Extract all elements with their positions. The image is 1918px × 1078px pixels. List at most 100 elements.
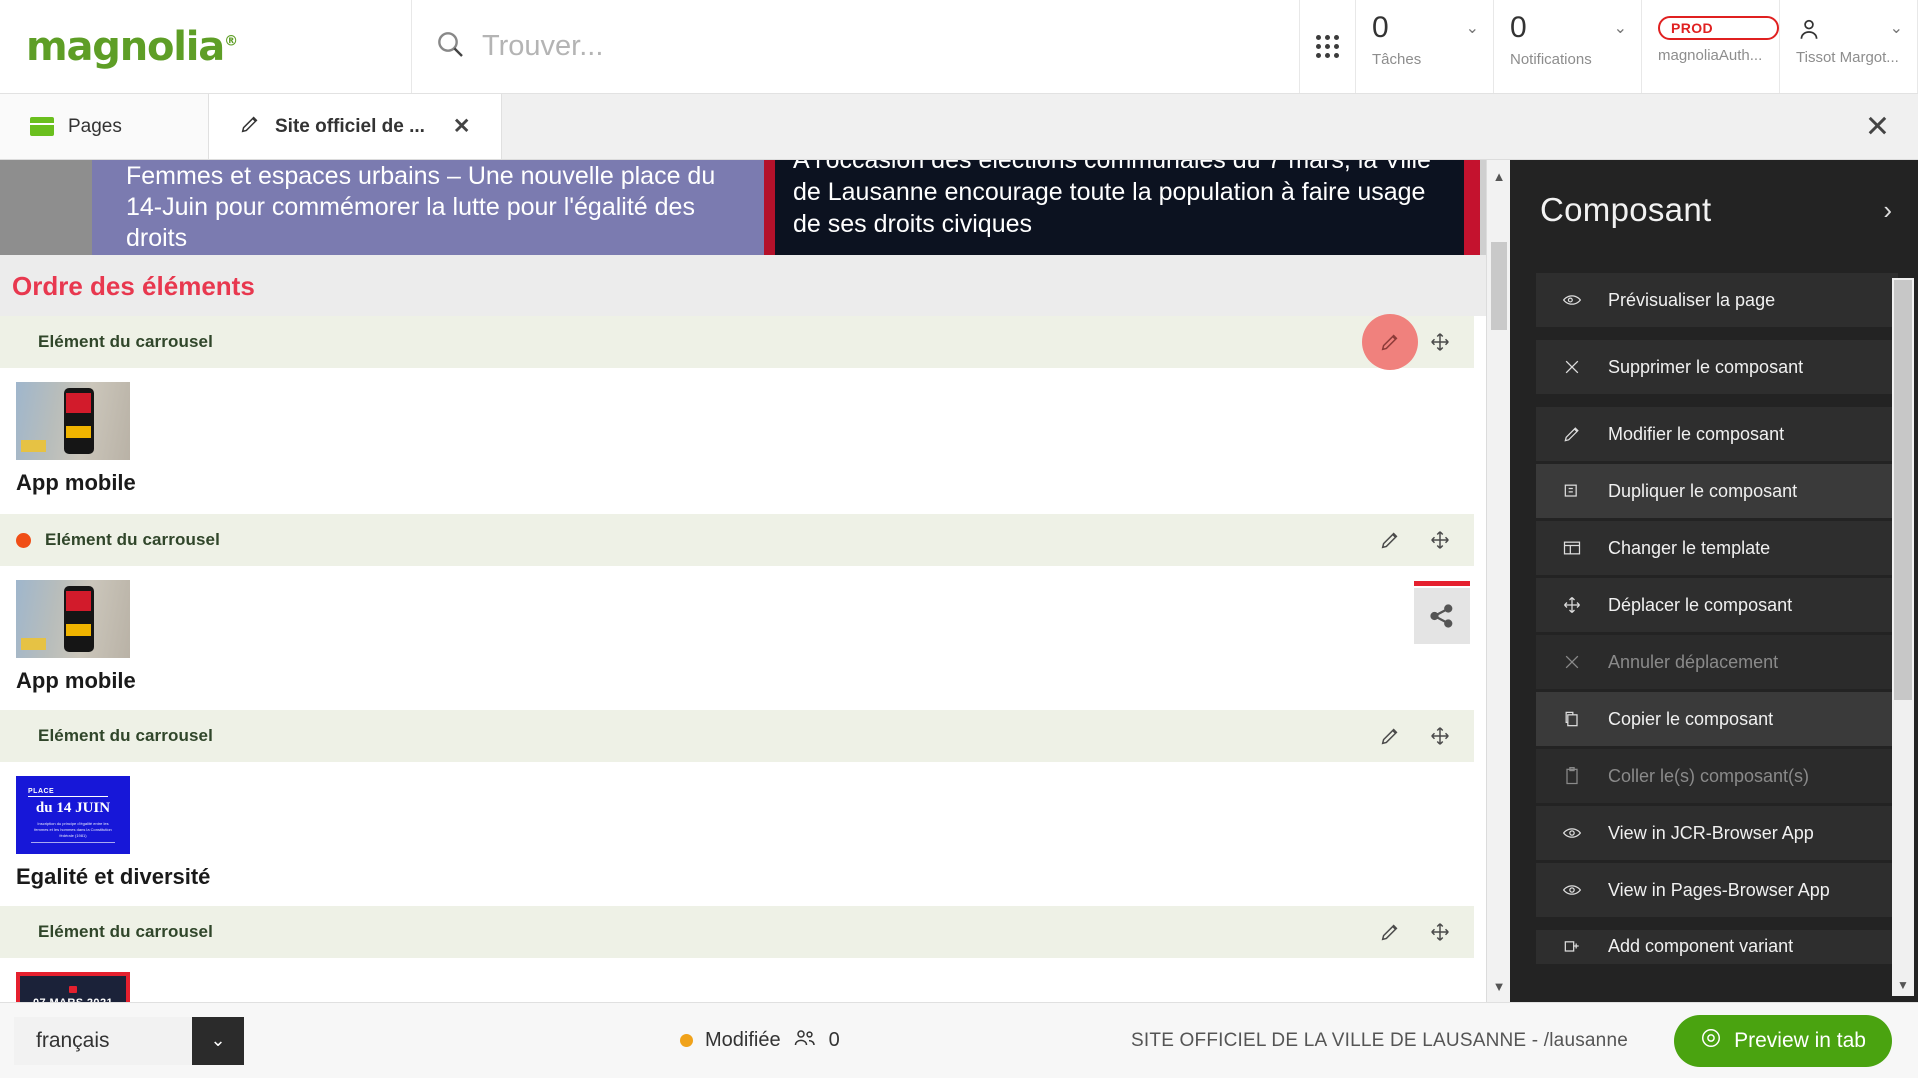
thumb-line-1: PLACE xyxy=(28,788,108,797)
menu-item-edit-component[interactable]: Modifier le composant xyxy=(1536,407,1898,461)
tasks-button[interactable]: 0 Tâches ⌄ xyxy=(1356,0,1494,93)
tab-pages[interactable]: Pages xyxy=(0,94,208,159)
component-bar-actions xyxy=(1376,722,1454,750)
menu-item-move-component[interactable]: Déplacer le composant xyxy=(1536,578,1898,632)
close-icon xyxy=(1560,357,1584,377)
move-component-icon[interactable] xyxy=(1426,328,1454,356)
duplicate-icon xyxy=(1560,481,1584,501)
edit-component-icon[interactable] xyxy=(1376,722,1404,750)
thumb-marker-icon xyxy=(69,986,77,993)
component-bar-label: Elément du carrousel xyxy=(45,530,220,549)
thumbnail-app-mobile xyxy=(16,580,130,658)
scrollbar-thumb[interactable] xyxy=(1894,280,1912,700)
thumbnail-app-mobile xyxy=(16,382,130,460)
tab-site-officiel[interactable]: Site officiel de ... ✕ xyxy=(208,94,502,159)
menu-item-label: Copier le composant xyxy=(1608,708,1774,729)
menu-item-label: Dupliquer le composant xyxy=(1608,480,1798,501)
menu-item-view-jcr-browser[interactable]: View in JCR-Browser App xyxy=(1536,806,1898,860)
chevron-down-icon[interactable]: ⌄ xyxy=(192,1016,244,1065)
status-bar: français ⌄ Modifiée 0 SITE OFFICIEL DE L… xyxy=(0,1002,1918,1078)
environment-indicator[interactable]: PROD magnoliaAuth... xyxy=(1642,0,1780,93)
menu-item-label: Déplacer le composant xyxy=(1608,594,1793,615)
menu-item-change-template[interactable]: Changer le template xyxy=(1536,521,1898,575)
move-icon xyxy=(1560,595,1584,615)
component-panel: Composant › Prévisualiser la page Suppri… xyxy=(1510,160,1918,1002)
menu-item-add-component-variant[interactable]: Add component variant xyxy=(1536,930,1898,964)
preview-scrollbar[interactable]: ▲ ▼ xyxy=(1486,160,1510,1002)
notifications-button[interactable]: 0 Notifications ⌄ xyxy=(1494,0,1642,93)
workspace: Femmes et espaces urbains – Une nouvelle… xyxy=(0,160,1918,1002)
close-icon[interactable]: ✕ xyxy=(453,114,471,139)
logo-text: magnolia xyxy=(26,23,225,70)
scroll-down-icon[interactable]: ▼ xyxy=(1487,974,1510,998)
thumbnail-place-14-juin: PLACE du 14 JUIN Inscription du principe… xyxy=(16,776,130,854)
component-bar-label: Elément du carrousel xyxy=(38,922,213,941)
component-bar-actions xyxy=(1376,918,1454,946)
menu-item-label: Prévisualiser la page xyxy=(1608,289,1776,310)
tasks-label: Tâches xyxy=(1372,50,1422,68)
carousel-item[interactable]: App mobile xyxy=(0,368,1510,504)
menu-item-duplicate-component[interactable]: Dupliquer le composant xyxy=(1536,464,1898,518)
banner-dark-text: de Lausanne encourage toute la populatio… xyxy=(793,177,1426,239)
banner-dark-card[interactable]: A l'occasion des élections communales du… xyxy=(775,160,1464,255)
component-bar[interactable]: Elément du carrousel xyxy=(0,514,1474,566)
component-bar[interactable]: Elément du carrousel xyxy=(0,316,1474,368)
thumb-line-3: Inscription du principe d'égalité entre … xyxy=(30,821,116,843)
thumb-line-2: du 14 JUIN xyxy=(35,799,111,816)
preview-button-label: Preview in tab xyxy=(1734,1028,1866,1052)
scrollbar-thumb[interactable] xyxy=(1491,242,1507,330)
page-status: Modifiée 0 xyxy=(680,1028,840,1054)
page-title: Ordre des éléments xyxy=(0,255,1510,316)
carousel-item[interactable]: App mobile xyxy=(0,566,1510,702)
edit-component-icon[interactable] xyxy=(1376,918,1404,946)
users-icon xyxy=(793,1028,817,1054)
menu-item-paste-components: Coller le(s) composant(s) xyxy=(1536,749,1898,803)
component-bar-label: Elément du carrousel xyxy=(38,726,213,745)
share-button[interactable] xyxy=(1414,581,1470,644)
banner-purple-card[interactable]: Femmes et espaces urbains – Une nouvelle… xyxy=(92,160,764,255)
menu-item-label: Annuler déplacement xyxy=(1608,651,1779,672)
banner-left-slice xyxy=(0,160,92,255)
logo-cell[interactable]: magnolia® xyxy=(0,0,412,93)
move-component-icon[interactable] xyxy=(1426,526,1454,554)
carousel-item[interactable]: 07 MARS 2021 xyxy=(0,958,1510,1002)
scroll-down-icon[interactable]: ▼ xyxy=(1892,974,1914,996)
chevron-right-icon[interactable]: › xyxy=(1883,195,1892,226)
scroll-up-icon[interactable]: ▲ xyxy=(1487,164,1510,188)
carousel-items-list: Elément du carrousel App mobile Elément … xyxy=(0,316,1510,1002)
tab-bar: Pages Site officiel de ... ✕ ✕ xyxy=(0,94,1918,160)
menu-item-label: View in JCR-Browser App xyxy=(1608,822,1814,843)
carousel-item[interactable]: PLACE du 14 JUIN Inscription du principe… xyxy=(0,762,1510,898)
search-icon xyxy=(434,28,466,65)
edit-component-icon[interactable] xyxy=(1376,328,1404,356)
app-launcher-button[interactable] xyxy=(1300,0,1356,93)
edit-component-icon[interactable] xyxy=(1376,526,1404,554)
close-tab-bar-icon[interactable]: ✕ xyxy=(1865,109,1890,144)
tab-pages-label: Pages xyxy=(68,115,122,137)
menu-item-label: Add component variant xyxy=(1608,936,1794,956)
preview-icon xyxy=(1560,290,1584,310)
move-component-icon[interactable] xyxy=(1426,722,1454,750)
site-path: SITE OFFICIEL DE LA VILLE DE LAUSANNE - … xyxy=(1131,1029,1628,1051)
move-component-icon[interactable] xyxy=(1426,918,1454,946)
menu-item-preview-page[interactable]: Prévisualiser la page xyxy=(1536,273,1898,327)
eye-icon xyxy=(1560,880,1584,900)
close-icon xyxy=(1560,652,1584,672)
panel-scrollbar[interactable]: ▲ ▼ xyxy=(1892,278,1914,996)
component-bar[interactable]: Elément du carrousel xyxy=(0,906,1474,958)
component-bar[interactable]: Elément du carrousel xyxy=(0,710,1474,762)
red-divider xyxy=(1414,581,1470,586)
preview-in-tab-button[interactable]: Preview in tab xyxy=(1674,1014,1892,1067)
menu-item-delete-component[interactable]: Supprimer le composant xyxy=(1536,340,1898,394)
user-menu-button[interactable]: Tissot Margot... ⌄ xyxy=(1780,0,1918,93)
menu-item-label: Changer le template xyxy=(1608,537,1771,558)
menu-item-label: View in Pages-Browser App xyxy=(1608,879,1830,900)
search-cell[interactable] xyxy=(412,0,1300,93)
menu-item-copy-component[interactable]: Copier le composant xyxy=(1536,692,1898,746)
search-input[interactable] xyxy=(482,30,1261,63)
language-selector[interactable]: français ⌄ xyxy=(14,1016,244,1065)
banner-right-red xyxy=(1464,160,1480,255)
menu-item-view-pages-browser[interactable]: View in Pages-Browser App xyxy=(1536,863,1898,917)
component-bar-actions xyxy=(1376,328,1454,356)
panel-title: Composant xyxy=(1540,191,1712,228)
